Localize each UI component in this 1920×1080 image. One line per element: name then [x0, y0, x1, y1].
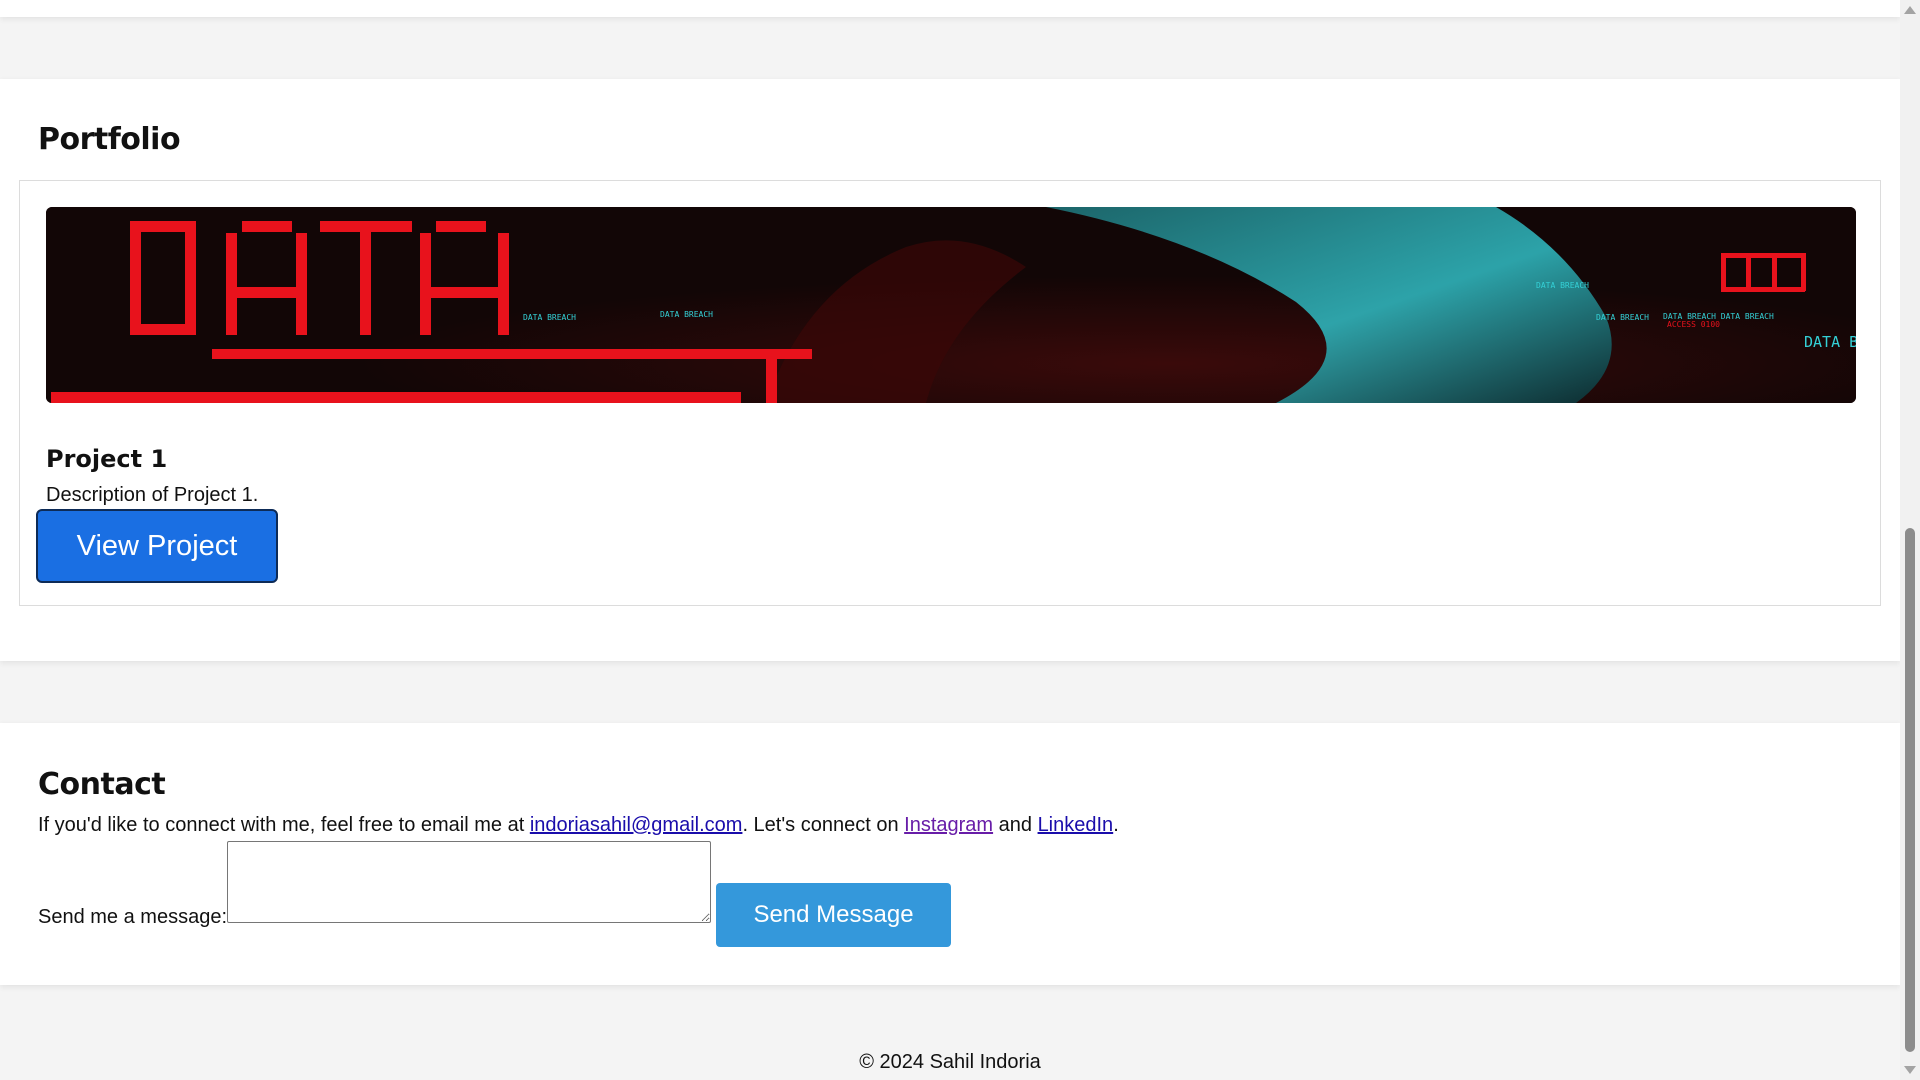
- project-image: DATA BREACH DATA BREACH DATA BREACH DATA…: [46, 207, 1856, 403]
- banner-edge-word: DATA B: [1804, 333, 1856, 351]
- project-description: Description of Project 1.: [46, 484, 259, 506]
- contact-text-before: If you'd like to connect with me, feel f…: [38, 814, 530, 836]
- contact-text-middle: . Let's connect on: [742, 814, 905, 836]
- banner-small-label: ACCESS 0100: [1667, 320, 1720, 329]
- view-project-button[interactable]: View Project: [36, 509, 278, 583]
- vertical-scrollbar[interactable]: [1900, 0, 1920, 1080]
- banner-small-label: DATA BREACH: [660, 310, 713, 319]
- contact-paragraph: If you'd like to connect with me, feel f…: [38, 814, 1119, 837]
- contact-text-and: and: [993, 814, 1038, 836]
- linkedin-link[interactable]: LinkedIn: [1038, 814, 1114, 836]
- contact-section: Contact If you'd like to connect with me…: [0, 723, 1900, 985]
- project-title: Project 1: [46, 445, 168, 473]
- scroll-up-icon[interactable]: [1904, 6, 1916, 14]
- instagram-link[interactable]: Instagram: [904, 814, 993, 836]
- email-link[interactable]: indoriasahil@gmail.com: [530, 814, 743, 836]
- banner-small-label: DATA BREACH: [1596, 313, 1649, 322]
- project-card: DATA BREACH DATA BREACH DATA BREACH DATA…: [19, 180, 1881, 606]
- message-label: Send me a message:: [38, 906, 227, 928]
- banner-small-label: DATA BREACH: [1536, 281, 1589, 290]
- portfolio-heading: Portfolio: [38, 122, 181, 157]
- send-message-button[interactable]: Send Message: [716, 883, 951, 947]
- scroll-down-icon[interactable]: [1904, 1066, 1916, 1074]
- contact-heading: Contact: [38, 767, 166, 802]
- previous-section-bottom: [0, 0, 1900, 17]
- page: Portfolio DATA BREACH DATA BREACH DATA B…: [0, 0, 1900, 1080]
- data-breach-banner-image: DATA BREACH DATA BREACH DATA BREACH DATA…: [46, 207, 1856, 403]
- footer-copyright: © 2024 Sahil Indoria: [859, 1051, 1041, 1073]
- portfolio-section: Portfolio DATA BREACH DATA BREACH DATA B…: [0, 79, 1900, 661]
- banner-small-label: DATA BREACH: [523, 313, 576, 322]
- contact-text-end: .: [1113, 814, 1119, 836]
- scrollbar-thumb[interactable]: [1905, 528, 1915, 1052]
- message-textarea[interactable]: [227, 841, 711, 923]
